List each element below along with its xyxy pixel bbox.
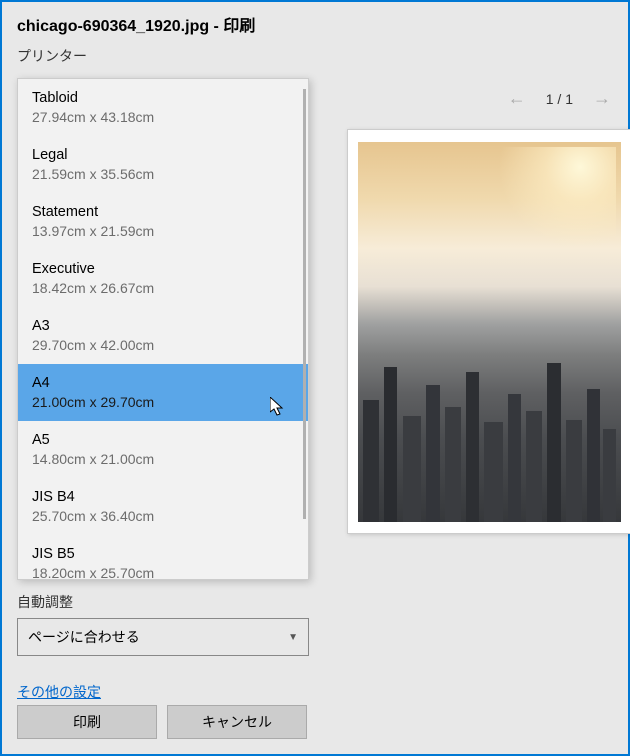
paper-name: Executive	[32, 260, 294, 279]
paper-dimensions: 18.20cm x 25.70cm	[32, 564, 294, 579]
preview-pane: ← 1 / 1 →	[327, 78, 626, 752]
paper-name: Tabloid	[32, 89, 294, 108]
paper-dimensions: 25.70cm x 36.40cm	[32, 507, 294, 525]
chevron-down-icon: ▼	[288, 632, 298, 643]
fit-select[interactable]: ページに合わせる ▼	[17, 618, 309, 656]
paper-name: Legal	[32, 146, 294, 165]
auto-adjust-label: 自動調整	[17, 592, 309, 612]
paper-size-dropdown[interactable]: Tabloid27.94cm x 43.18cmLegal21.59cm x 3…	[17, 78, 309, 580]
preview-paper	[347, 129, 630, 534]
paper-dimensions: 13.97cm x 21.59cm	[32, 222, 294, 240]
paper-dimensions: 21.59cm x 35.56cm	[32, 165, 294, 183]
prev-page-arrow[interactable]: ←	[508, 88, 526, 109]
paper-option[interactable]: Legal21.59cm x 35.56cm	[18, 136, 308, 193]
paper-option[interactable]: A329.70cm x 42.00cm	[18, 307, 308, 364]
paper-option[interactable]: A421.00cm x 29.70cm	[18, 364, 308, 421]
cancel-button[interactable]: キャンセル	[167, 705, 307, 739]
paper-dimensions: 14.80cm x 21.00cm	[32, 450, 294, 468]
paper-name: JIS B5	[32, 545, 294, 564]
paper-option[interactable]: Tabloid27.94cm x 43.18cm	[18, 79, 308, 136]
paper-option[interactable]: JIS B518.20cm x 25.70cm	[18, 535, 308, 579]
window-title: chicago-690364_1920.jpg - 印刷	[2, 2, 628, 41]
paper-option[interactable]: JIS B425.70cm x 36.40cm	[18, 478, 308, 535]
paper-name: A4	[32, 374, 294, 393]
paper-name: Statement	[32, 203, 294, 222]
paper-option[interactable]: A514.80cm x 21.00cm	[18, 421, 308, 478]
paper-dimensions: 27.94cm x 43.18cm	[32, 108, 294, 126]
paper-dimensions: 21.00cm x 29.70cm	[32, 393, 294, 411]
print-dialog: chicago-690364_1920.jpg - 印刷 プリンター Tablo…	[0, 0, 630, 756]
scrollbar[interactable]	[303, 89, 306, 519]
page-indicator: 1 / 1	[546, 91, 573, 107]
paper-name: A3	[32, 317, 294, 336]
fit-select-value: ページに合わせる	[28, 627, 140, 647]
preview-image	[358, 142, 621, 522]
paper-option[interactable]: Executive18.42cm x 26.67cm	[18, 250, 308, 307]
print-button[interactable]: 印刷	[17, 705, 157, 739]
next-page-arrow[interactable]: →	[593, 88, 611, 109]
more-settings-link[interactable]: その他の設定	[17, 682, 101, 702]
paper-dimensions: 18.42cm x 26.67cm	[32, 279, 294, 297]
printer-label: プリンター	[2, 41, 628, 76]
paper-dimensions: 29.70cm x 42.00cm	[32, 336, 294, 354]
paper-name: A5	[32, 431, 294, 450]
paper-option[interactable]: Statement13.97cm x 21.59cm	[18, 193, 308, 250]
paper-name: JIS B4	[32, 488, 294, 507]
